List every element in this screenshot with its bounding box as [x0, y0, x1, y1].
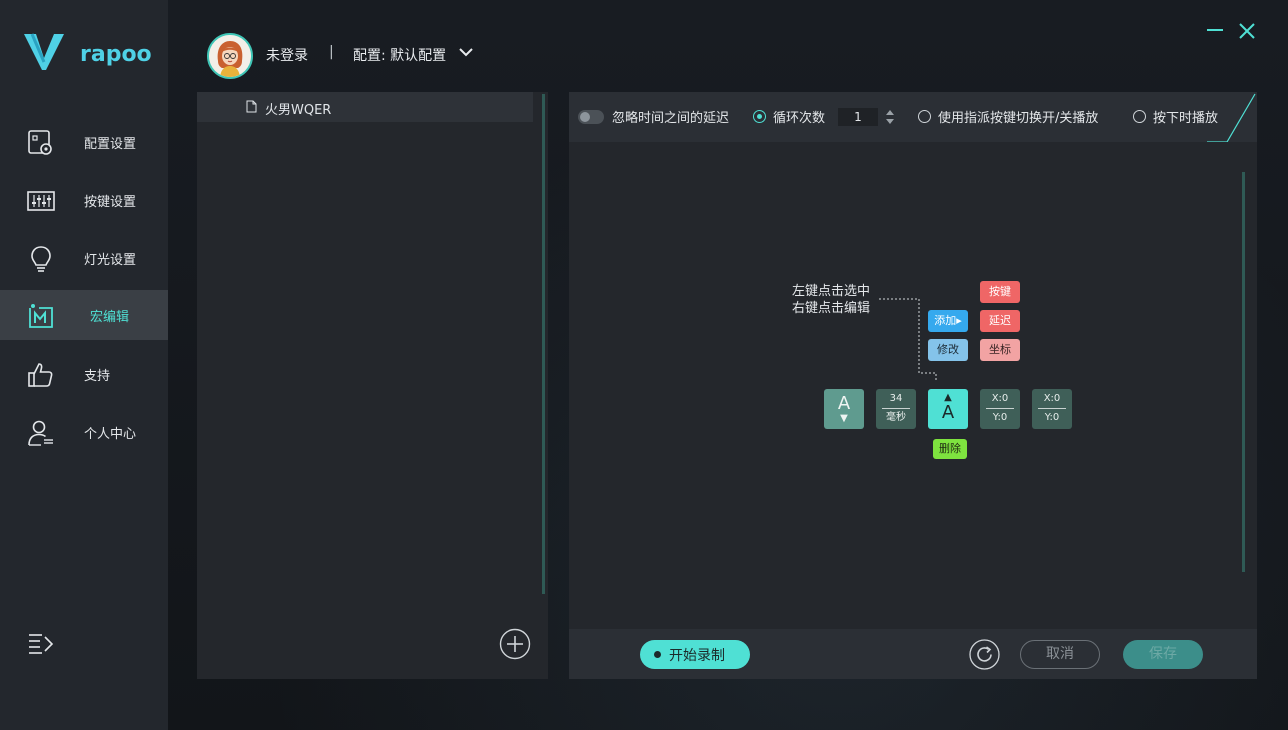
hint-line-1: 左键点击选中: [792, 284, 871, 299]
delete-event-button[interactable]: 删除: [933, 439, 967, 459]
lightbulb-icon: [31, 246, 51, 272]
delay-value: 34: [889, 393, 903, 404]
event-delay[interactable]: 34 毫秒: [876, 389, 916, 429]
hint-line-2: 右键点击编辑: [792, 301, 871, 316]
add-delay-button[interactable]: 延迟: [980, 310, 1020, 332]
macro-name: 火男WQER: [265, 103, 332, 118]
tile-divider: [1038, 408, 1066, 409]
loop-count-stepper[interactable]: [884, 107, 896, 127]
header-separator: |: [329, 44, 334, 60]
macro-editor-canvas[interactable]: 左键点击选中 右键点击编辑 添加▸ 修改 按键 延迟 坐标 A ▼ 34 毫秒 …: [569, 142, 1257, 629]
sidebar-item-label: 灯光设置: [84, 253, 137, 268]
sidebar-item-label: 支持: [84, 369, 111, 384]
tile-divider: [882, 408, 910, 409]
sidebar-item-profile[interactable]: 个人中心: [0, 407, 168, 457]
list-scrollbar[interactable]: [542, 94, 545, 594]
start-recording-button[interactable]: 开始录制: [640, 640, 750, 669]
key-down-arrow-icon: ▼: [840, 413, 848, 424]
avatar-girl-icon: [209, 35, 251, 77]
user-center-icon: [28, 420, 53, 446]
profile-selector-label[interactable]: 配置: 默认配置: [353, 45, 446, 65]
sidebar-item-config[interactable]: 配置设置: [0, 117, 168, 167]
coord-y: Y:0: [992, 412, 1008, 423]
loop-count-input[interactable]: 1: [838, 108, 878, 126]
event-key-up-selected[interactable]: ▲ A: [928, 389, 968, 429]
modify-event-button[interactable]: 修改: [928, 339, 968, 361]
event-coord[interactable]: X:0 Y:0: [980, 389, 1020, 429]
add-key-button[interactable]: 按键: [980, 281, 1020, 303]
hold-play-radio[interactable]: [1133, 110, 1146, 123]
login-status[interactable]: 未登录: [266, 45, 308, 65]
event-key-label: A: [837, 393, 851, 414]
loop-count-label: 循环次数: [773, 111, 826, 126]
record-label: 开始录制: [669, 648, 725, 664]
loop-count-radio[interactable]: [753, 110, 766, 123]
macro-list-panel: 火男WQER: [197, 92, 548, 679]
delay-unit: 毫秒: [886, 412, 906, 423]
cancel-button[interactable]: 取消: [1020, 640, 1100, 669]
chevron-down-icon[interactable]: [458, 46, 474, 60]
sidebar-item-label: 配置设置: [84, 137, 137, 152]
coord-x: X:0: [1043, 393, 1061, 404]
event-key-down[interactable]: A ▼: [824, 389, 864, 429]
save-button[interactable]: 保存: [1123, 640, 1203, 669]
close-icon[interactable]: [1238, 22, 1256, 40]
event-key-label: A: [941, 402, 955, 423]
sidebar-item-label: 按键设置: [84, 195, 137, 210]
ignore-delay-label: 忽略时间之间的延迟: [612, 111, 730, 126]
refresh-icon[interactable]: [969, 639, 1000, 670]
sidebar-item-support[interactable]: 支持: [0, 349, 168, 399]
bottom-action-bar: 开始录制 取消 保存: [569, 629, 1257, 679]
thumbs-up-icon: [28, 363, 53, 387]
toggle-play-label: 使用指派按键切换开/关播放: [938, 111, 1099, 126]
menu-collapse-icon[interactable]: [28, 632, 54, 654]
canvas-scrollbar[interactable]: [1242, 172, 1245, 572]
sidebar-item-lighting[interactable]: 灯光设置: [0, 233, 168, 283]
brand-name: rapoo: [80, 42, 152, 67]
sidebar-item-macro[interactable]: 宏编辑: [0, 290, 168, 340]
coord-y: Y:0: [1044, 412, 1060, 423]
coord-x: X:0: [991, 393, 1009, 404]
hint-text: 左键点击选中 右键点击编辑: [792, 283, 870, 317]
macro-toolbar: 忽略时间之间的延迟 循环次数 1 使用指派按键切换开/关播放 按下时播放: [569, 92, 1257, 142]
file-icon: [246, 100, 257, 113]
config-settings-icon: [28, 130, 52, 155]
add-event-button[interactable]: 添加▸: [928, 310, 968, 332]
sidebar: rapoo 配置设置 按键设置 灯光设置 宏编辑 支持 个人中心: [0, 0, 168, 730]
list-item[interactable]: 火男WQER: [197, 92, 533, 122]
macro-edit-icon: [29, 304, 53, 328]
sidebar-item-keys[interactable]: 按键设置: [0, 175, 168, 225]
add-macro-button[interactable]: [499, 628, 531, 660]
minimize-icon[interactable]: [1206, 20, 1224, 40]
key-settings-icon: [27, 191, 55, 211]
toolbar-corner-decoration: [1207, 93, 1256, 142]
record-dot-icon: [654, 651, 661, 658]
sidebar-item-label: 个人中心: [84, 427, 137, 442]
add-coord-button[interactable]: 坐标: [980, 339, 1020, 361]
tile-divider: [986, 408, 1014, 409]
toggle-play-radio[interactable]: [918, 110, 931, 123]
ignore-delay-toggle[interactable]: [578, 110, 604, 124]
avatar[interactable]: [207, 33, 253, 79]
event-coord[interactable]: X:0 Y:0: [1032, 389, 1072, 429]
sidebar-item-label: 宏编辑: [90, 310, 130, 325]
